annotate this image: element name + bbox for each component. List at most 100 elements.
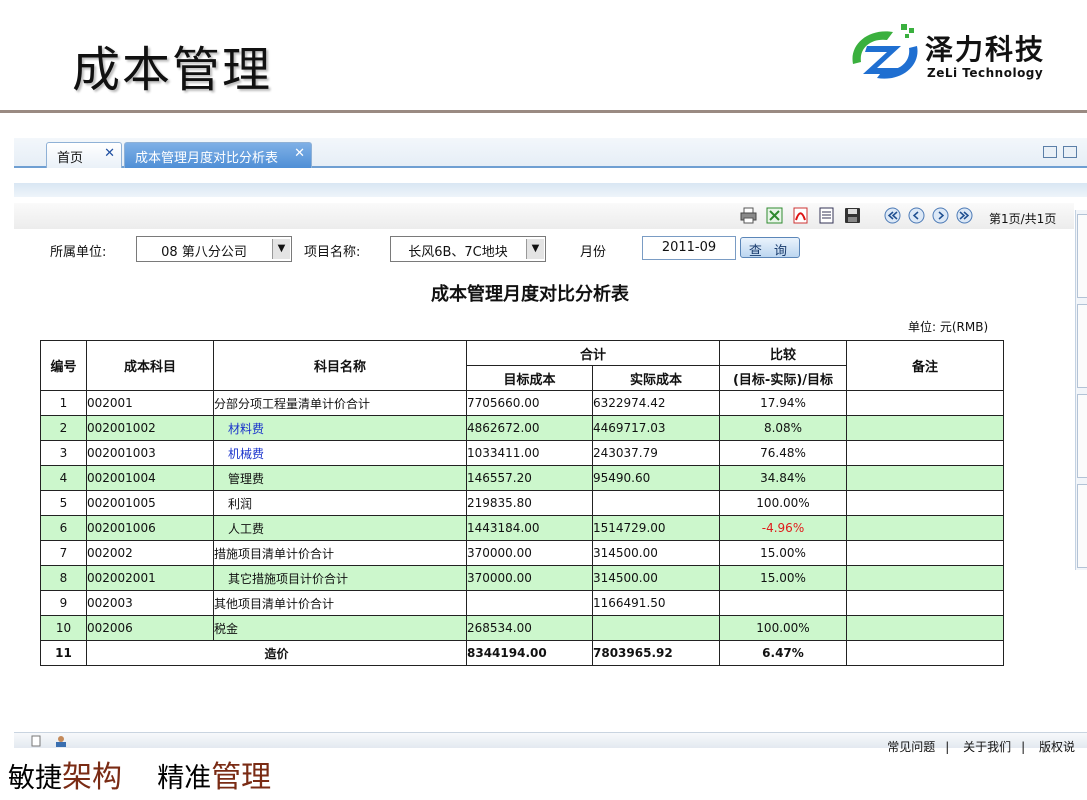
- unit-select[interactable]: 08 第八分公司 ▼: [136, 236, 292, 262]
- table-row: 9 002003 其他项目清单计价合计 1166491.50: [40, 590, 1004, 616]
- slogan-part3: 精准: [157, 763, 212, 794]
- pdf-icon[interactable]: [792, 207, 809, 224]
- row-name-text: 人工费: [228, 521, 265, 536]
- row-ratio: 8.08%: [719, 415, 847, 441]
- row-target: 1033411.00: [466, 440, 593, 466]
- project-select[interactable]: 长风6B、7C地块 ▼: [390, 236, 546, 262]
- query-button[interactable]: 查 询: [740, 237, 800, 259]
- month-input[interactable]: 2011-09: [642, 236, 736, 260]
- row-target: [466, 590, 593, 616]
- maximize-icon[interactable]: [1063, 146, 1077, 158]
- row-target: 370000.00: [466, 565, 593, 591]
- row-actual: 4469717.03: [592, 415, 720, 441]
- row-actual: 1514729.00: [592, 515, 720, 541]
- total-actual: 7803965.92: [592, 640, 720, 666]
- chevron-down-icon[interactable]: ▼: [526, 239, 544, 259]
- excel-icon[interactable]: [766, 207, 783, 224]
- row-code: 002006: [86, 615, 214, 641]
- copyright-link[interactable]: 版权说: [1039, 740, 1075, 754]
- row-code: 002002: [86, 540, 214, 566]
- first-page-icon[interactable]: [884, 207, 901, 224]
- row-target: 370000.00: [466, 540, 593, 566]
- row-name: 利润: [213, 490, 467, 516]
- header-subject: 成本科目: [86, 340, 214, 391]
- word-icon[interactable]: [818, 207, 835, 224]
- row-name[interactable]: 材料费: [213, 415, 467, 441]
- slide-title: 成本管理: [72, 42, 273, 98]
- table-total-row: 11 造价 8344194.00 7803965.92 6.47%: [40, 640, 1004, 666]
- row-name-text: 措施项目清单计价合计: [214, 546, 335, 561]
- row-name-text: 利润: [228, 496, 253, 511]
- row-code: 002001004: [86, 465, 214, 491]
- row-code: 002001: [86, 390, 214, 416]
- row-name-link[interactable]: 材料费: [228, 422, 264, 436]
- row-target: 146557.20: [466, 465, 593, 491]
- header-remark: 备注: [846, 340, 1004, 391]
- row-name-text: 税金: [214, 621, 239, 636]
- row-remark: [846, 540, 1004, 566]
- prev-page-icon[interactable]: [908, 207, 925, 224]
- row-name-text: 分部分项工程量清单计价合计: [214, 396, 371, 411]
- total-ratio: 6.47%: [719, 640, 847, 666]
- header-band: [14, 183, 1087, 197]
- total-no: 11: [40, 640, 87, 666]
- row-remark: [846, 390, 1004, 416]
- row-actual: 95490.60: [592, 465, 720, 491]
- tab-cost-report[interactable]: 成本管理月度对比分析表 ✕: [124, 142, 312, 168]
- side-tab[interactable]: [1077, 304, 1087, 388]
- report-toolbar: 第1页/共1页: [14, 203, 1074, 229]
- header-no: 编号: [40, 340, 87, 391]
- table-body: 1 002001 分部分项工程量清单计价合计 7705660.00 6322974.42…: [40, 390, 1004, 666]
- row-no: 7: [40, 540, 87, 566]
- faq-link[interactable]: 常见问题: [887, 740, 935, 754]
- tab-cost-report-label: 成本管理月度对比分析表: [135, 151, 279, 166]
- row-name-text: 其他项目清单计价合计: [214, 596, 335, 611]
- project-select-value: 长风6B、7C地块: [408, 245, 508, 260]
- save-icon[interactable]: [844, 207, 861, 224]
- row-name-text: 其它措施项目计价合计: [228, 571, 349, 586]
- restore-icon[interactable]: [1043, 146, 1057, 158]
- brand-name-en: ZeLi Technology: [927, 66, 1044, 80]
- print-icon[interactable]: [740, 207, 757, 224]
- about-link[interactable]: 关于我们: [963, 740, 1011, 754]
- next-page-icon[interactable]: [932, 207, 949, 224]
- row-ratio: [719, 590, 847, 616]
- doc-icon: [31, 735, 41, 747]
- total-remark: [846, 640, 1004, 666]
- close-icon[interactable]: ✕: [104, 146, 115, 161]
- header-actual: 实际成本: [592, 365, 720, 391]
- row-ratio: 100.00%: [719, 490, 847, 516]
- row-no: 5: [40, 490, 87, 516]
- row-name[interactable]: 机械费: [213, 440, 467, 466]
- row-name-link[interactable]: 机械费: [228, 447, 264, 461]
- close-icon[interactable]: ✕: [294, 146, 305, 161]
- row-target: 7705660.00: [466, 390, 593, 416]
- slogan-part1: 敏捷: [8, 763, 62, 794]
- row-remark: [846, 440, 1004, 466]
- window-controls: [1043, 146, 1087, 162]
- row-remark: [846, 515, 1004, 541]
- row-ratio: 15.00%: [719, 565, 847, 591]
- header-total: 合计: [466, 340, 720, 366]
- total-target: 8344194.00: [466, 640, 593, 666]
- tab-home[interactable]: 首页 ✕: [46, 142, 122, 168]
- row-actual: [592, 615, 720, 641]
- user-icon: [56, 736, 66, 747]
- row-target: 268534.00: [466, 615, 593, 641]
- row-no: 6: [40, 515, 87, 541]
- side-tab[interactable]: [1077, 214, 1087, 298]
- row-name: 管理费: [213, 465, 467, 491]
- last-page-icon[interactable]: [956, 207, 973, 224]
- title-divider: [0, 110, 1087, 113]
- side-tab[interactable]: [1077, 484, 1087, 568]
- side-tab[interactable]: [1077, 394, 1087, 478]
- row-name: 人工费: [213, 515, 467, 541]
- slide: 成本管理 泽力科技 ZeLi Technology 首页 ✕ 成本管理月度对比分…: [0, 0, 1087, 800]
- row-code: 002001005: [86, 490, 214, 516]
- header-target: 目标成本: [466, 365, 593, 391]
- chevron-down-icon[interactable]: ▼: [272, 239, 290, 259]
- row-code: 002001002: [86, 415, 214, 441]
- brand-logo: 泽力科技 ZeLi Technology: [847, 20, 1047, 94]
- row-name: 其它措施项目计价合计: [213, 565, 467, 591]
- report-title: 成本管理月度对比分析表: [431, 284, 629, 305]
